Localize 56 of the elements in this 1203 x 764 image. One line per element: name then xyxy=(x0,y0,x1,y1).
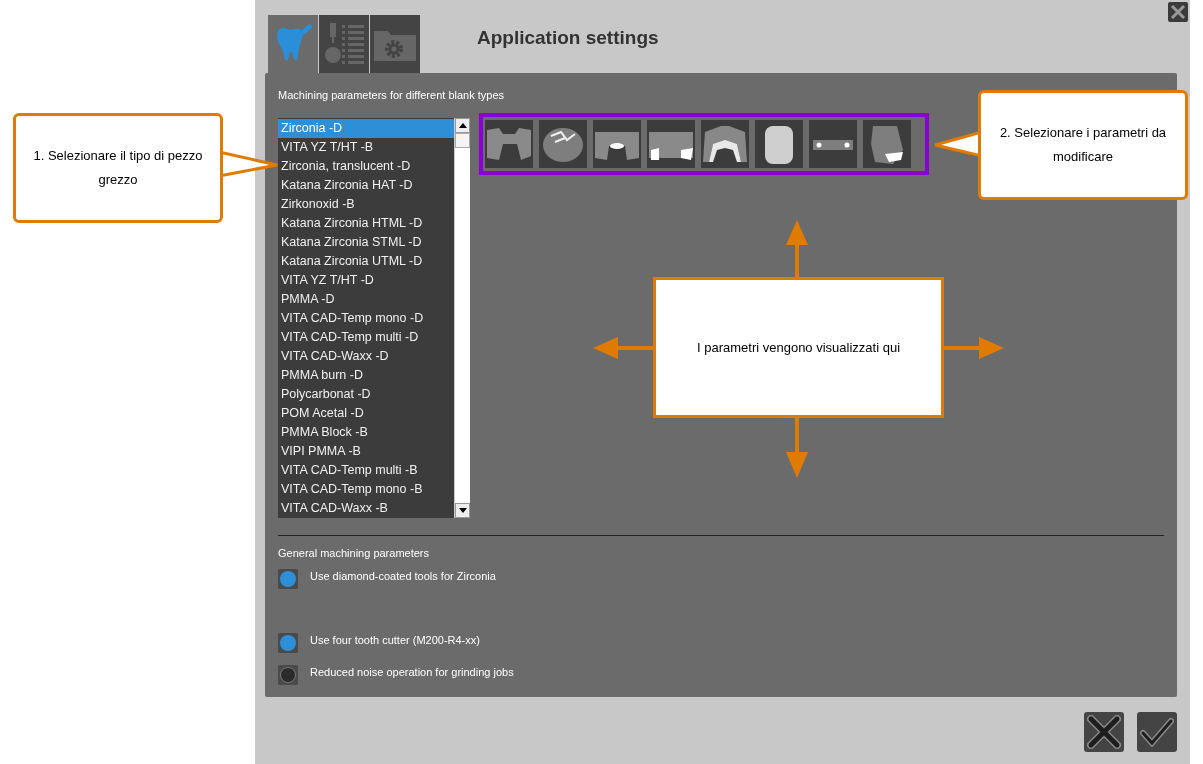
blank-type-item[interactable]: VITA YZ T/HT -D xyxy=(278,270,454,290)
close-button[interactable] xyxy=(1168,2,1188,22)
blank-type-item[interactable]: Katana Zirconia STML -D xyxy=(278,232,454,252)
arrow-right xyxy=(944,337,1004,359)
blank-type-item[interactable]: PMMA -D xyxy=(278,289,454,309)
restoration-thumbnail[interactable] xyxy=(593,119,641,168)
restoration-thumbnail[interactable] xyxy=(863,119,911,168)
caret-up-icon xyxy=(458,122,467,128)
blank-type-item[interactable]: Katana Zirconia UTML -D xyxy=(278,251,454,271)
blank-type-item[interactable]: PMMA Block -B xyxy=(278,422,454,442)
restoration-thumbnail[interactable] xyxy=(809,119,857,168)
blank-type-item[interactable]: VIPI PMMA -B xyxy=(278,441,454,461)
blank-type-item[interactable]: Polycarbonat -D xyxy=(278,384,454,404)
callout: 1. Selezionare il tipo di pezzo grezzo xyxy=(13,113,223,223)
section-label: Machining parameters for different blank types xyxy=(278,88,506,103)
blank-type-item[interactable]: VITA CAD-Temp mono -D xyxy=(278,308,454,328)
restoration-thumbnail[interactable] xyxy=(755,119,803,168)
blank-type-item[interactable]: POM Acetal -D xyxy=(278,403,454,423)
blank-type-item[interactable]: Katana Zirconia HTML -D xyxy=(278,213,454,233)
blank-type-item[interactable]: VITA YZ T/HT -B xyxy=(278,137,454,157)
tool-list-icon xyxy=(324,21,364,67)
caret-down-icon xyxy=(458,507,467,513)
section-label: General machining parameters xyxy=(278,545,431,561)
confirm-button[interactable] xyxy=(1137,712,1177,752)
scroll-down-button[interactable] xyxy=(455,502,470,518)
arrow-down xyxy=(786,417,808,478)
cancel-button[interactable] xyxy=(1084,712,1124,752)
checkbox[interactable] xyxy=(278,665,298,685)
scrollbar[interactable] xyxy=(454,117,470,518)
arrow-left xyxy=(593,337,653,359)
blank-type-item[interactable]: VITA CAD-Waxx -D xyxy=(278,346,454,366)
blank-type-item[interactable]: PMMA burn -D xyxy=(278,365,454,385)
window-title: Application settings xyxy=(477,26,659,50)
cross-icon xyxy=(1087,715,1121,749)
close-icon xyxy=(1170,4,1186,20)
restoration-thumbnail[interactable] xyxy=(701,119,749,168)
option-label: Use diamond-coated tools for Zirconia xyxy=(310,569,496,583)
checkbox[interactable] xyxy=(278,569,298,589)
info-note: I parametri vengono visualizzati qui xyxy=(653,277,944,418)
option-label: Use four tooth cutter (M200-R4-xx) xyxy=(310,633,480,647)
option-label: Reduced noise operation for grinding jobs xyxy=(310,665,514,679)
checkbox[interactable] xyxy=(278,633,298,653)
blank-type-item[interactable]: Katana Zirconia HAT -D xyxy=(278,175,454,195)
blank-type-item[interactable]: VITA CAD-Waxx -B xyxy=(278,498,454,518)
blank-type-item[interactable]: VITA CAD-Temp mono -B xyxy=(278,479,454,499)
callout: 2. Selezionare i parametri da modificare xyxy=(978,90,1188,200)
blank-type-item[interactable]: VITA CAD-Temp multi -B xyxy=(278,460,454,480)
blank-type-item[interactable]: VITA CAD-Temp multi -D xyxy=(278,327,454,347)
scroll-up-button[interactable] xyxy=(455,117,470,133)
restoration-thumbnail[interactable] xyxy=(647,119,695,168)
blank-type-item[interactable]: Zirkonoxid -B xyxy=(278,194,454,214)
checkmark-icon xyxy=(1140,717,1174,747)
arrow-up xyxy=(786,220,808,277)
restoration-thumbnail[interactable] xyxy=(539,119,587,168)
blank-type-item[interactable]: Zirconia, translucent -D xyxy=(278,156,454,176)
restoration-thumbnail[interactable] xyxy=(485,119,533,168)
